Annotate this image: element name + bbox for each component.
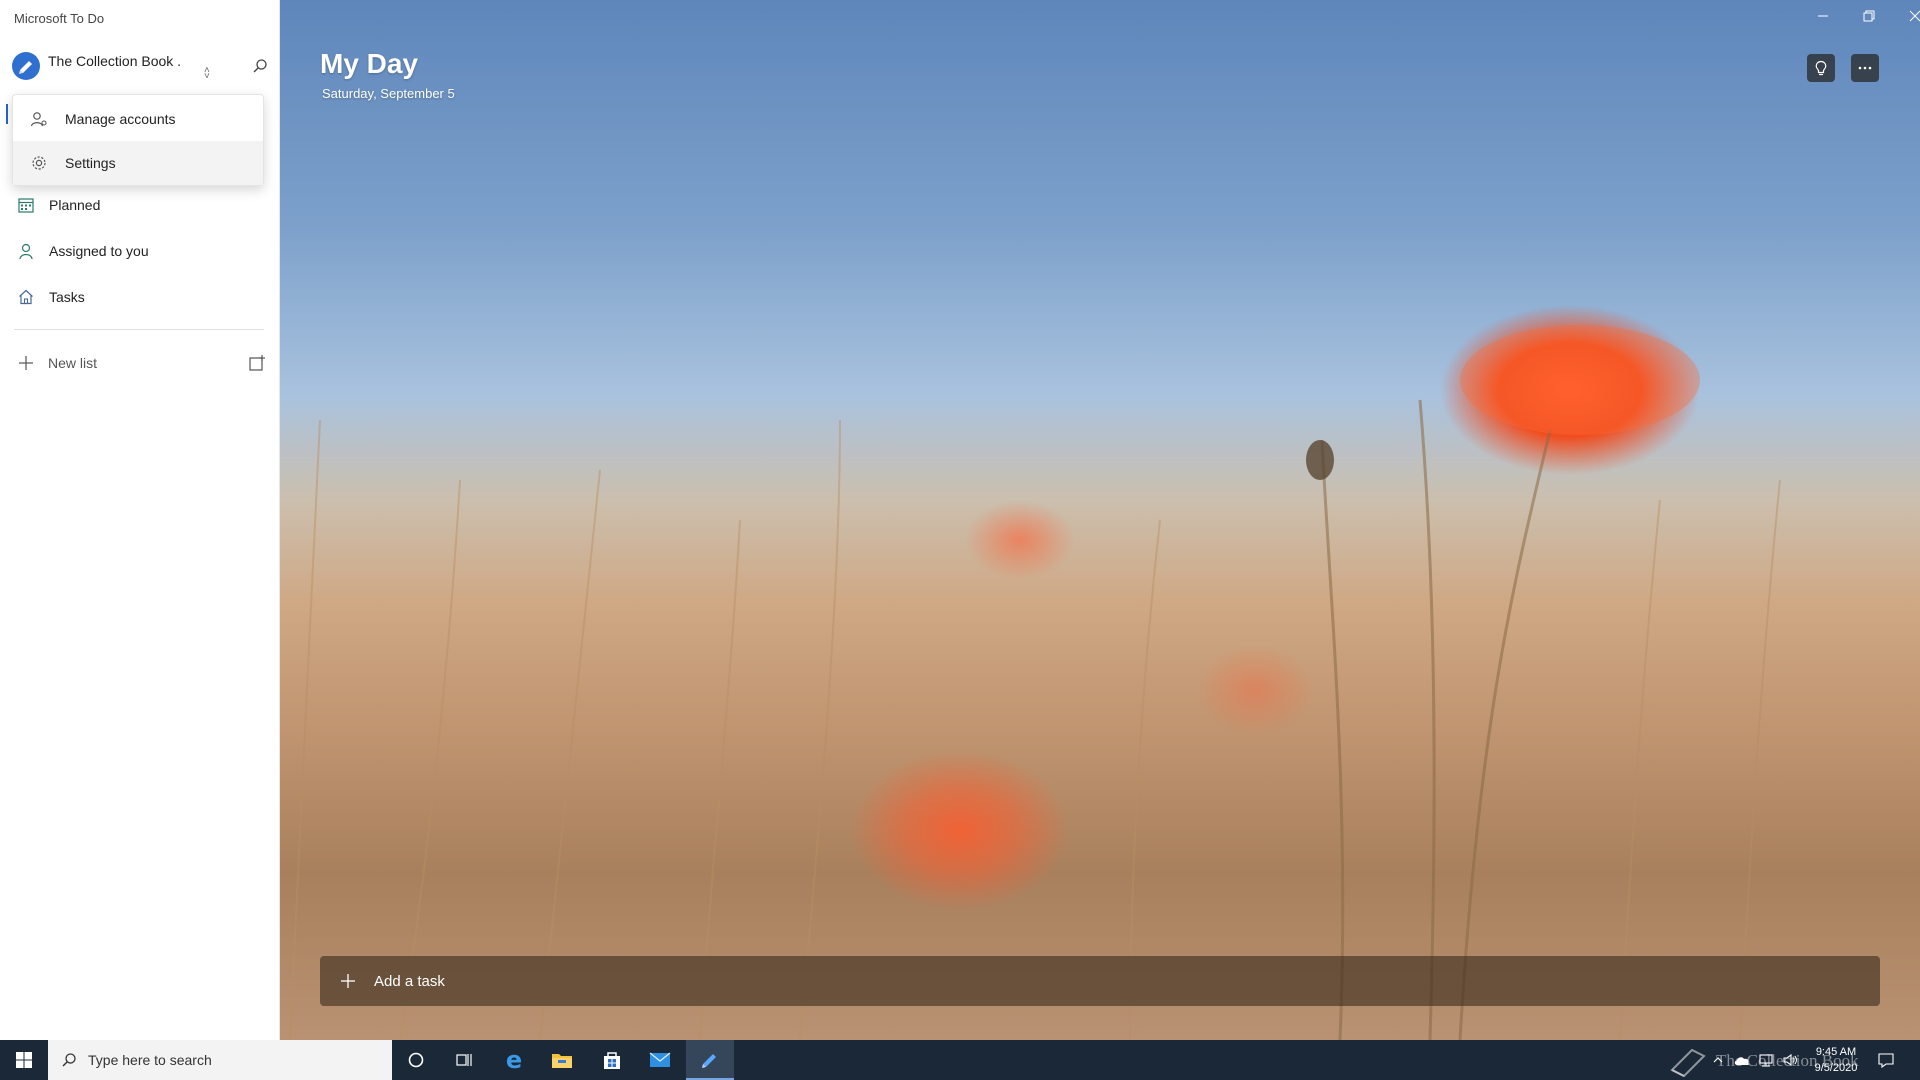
sidebar-item-label: Assigned to you	[49, 243, 149, 259]
search-icon	[253, 59, 267, 73]
sidebar-item-label: Tasks	[49, 289, 85, 305]
book-logo-icon	[1670, 1048, 1706, 1078]
volume-tray-button[interactable]	[1780, 1050, 1800, 1070]
task-view-button[interactable]	[440, 1040, 488, 1080]
person-icon	[16, 241, 36, 261]
gear-icon	[29, 153, 49, 173]
restore-icon	[1863, 10, 1875, 22]
page-title: My Day	[320, 48, 419, 79]
new-group-icon	[249, 355, 265, 371]
home-icon	[16, 287, 36, 307]
taskbar-search-placeholder: Type here to search	[88, 1052, 212, 1068]
page-date: Saturday, September 5	[322, 86, 455, 101]
search-icon	[60, 1051, 78, 1069]
plus-icon	[16, 353, 36, 373]
taskbar-app-mail[interactable]	[636, 1040, 684, 1080]
manage-accounts-icon	[29, 109, 49, 129]
notification-icon	[1878, 1053, 1894, 1069]
chevron-updown-icon[interactable]: ˄ ˅	[204, 66, 210, 82]
menu-item-label: Settings	[65, 155, 116, 171]
taskbar-app-file-explorer[interactable]	[538, 1040, 586, 1080]
taskbar: Type here to search e The Collection Boo…	[0, 1040, 1920, 1080]
store-icon	[604, 1052, 620, 1069]
clock-date: 9/5/2020	[1814, 1062, 1858, 1074]
search-button[interactable]	[248, 54, 272, 78]
show-hidden-icons-button[interactable]	[1708, 1050, 1728, 1070]
mail-icon	[649, 1052, 671, 1067]
clock-time: 9:45 AM	[1815, 1046, 1857, 1058]
sidebar-divider	[14, 329, 264, 330]
speaker-icon	[1783, 1053, 1797, 1067]
new-group-button[interactable]	[246, 352, 268, 374]
taskbar-app-edge[interactable]: e	[490, 1040, 538, 1080]
menu-item-manage-accounts[interactable]: Manage accounts	[13, 97, 263, 141]
menu-item-settings[interactable]: Settings	[13, 141, 263, 185]
active-indicator	[6, 104, 8, 124]
close-icon	[1909, 10, 1920, 22]
chevron-up-icon	[1713, 1057, 1723, 1063]
onedrive-tray-button[interactable]	[1732, 1050, 1752, 1070]
menu-item-label: Manage accounts	[65, 111, 176, 127]
sidebar-item-assigned-to-you[interactable]: Assigned to you	[0, 231, 280, 271]
windows-logo-icon	[16, 1052, 32, 1068]
taskbar-clock[interactable]: 9:45 AM 9/5/2020	[1806, 1044, 1866, 1076]
sidebar-item-label: Planned	[49, 197, 101, 213]
main-panel: My Day Saturday, September 5 Add a task	[280, 0, 1920, 1040]
minimize-icon	[1818, 15, 1828, 17]
plus-icon	[338, 971, 358, 991]
edge-icon: e	[505, 1046, 523, 1074]
cortana-icon	[408, 1052, 424, 1068]
taskbar-search-box[interactable]: Type here to search	[48, 1040, 392, 1080]
start-button[interactable]	[0, 1040, 48, 1080]
app-title: Microsoft To Do	[14, 11, 105, 26]
network-tray-button[interactable]	[1756, 1050, 1776, 1070]
sidebar-item-tasks[interactable]: Tasks	[0, 277, 280, 317]
account-menu: Manage accounts Settings	[12, 94, 264, 186]
cortana-button[interactable]	[392, 1040, 440, 1080]
task-view-icon	[456, 1054, 472, 1066]
more-options-button[interactable]	[1851, 54, 1879, 82]
lightbulb-icon	[1815, 60, 1827, 76]
close-button[interactable]	[1892, 0, 1920, 32]
account-name[interactable]: The Collection Book .	[48, 53, 181, 69]
avatar[interactable]	[12, 52, 40, 80]
more-icon	[1858, 66, 1872, 70]
add-task-placeholder: Add a task	[374, 972, 445, 990]
action-center-button[interactable]	[1876, 1050, 1896, 1070]
taskbar-app-todo[interactable]	[686, 1040, 734, 1080]
restore-button[interactable]	[1846, 0, 1892, 32]
sidebar-item-planned[interactable]: Planned	[0, 185, 280, 225]
calendar-icon	[16, 195, 36, 215]
todo-icon	[702, 1054, 716, 1068]
network-icon	[1759, 1054, 1773, 1067]
cloud-icon	[1734, 1057, 1749, 1065]
minimize-button[interactable]	[1800, 0, 1846, 32]
sidebar: Microsoft To Do The Collection Book . ˄ ˅…	[0, 0, 280, 1040]
taskbar-app-store[interactable]	[588, 1040, 636, 1080]
new-list-label: New list	[48, 355, 98, 371]
add-task-input[interactable]: Add a task	[320, 956, 1880, 1006]
background-image	[289, 325, 1781, 1040]
folder-icon	[552, 1054, 572, 1068]
account-switcher[interactable]: The Collection Book . ˄ ˅	[12, 50, 268, 90]
new-list-button[interactable]: New list	[0, 343, 280, 383]
suggestions-button[interactable]	[1807, 54, 1835, 82]
